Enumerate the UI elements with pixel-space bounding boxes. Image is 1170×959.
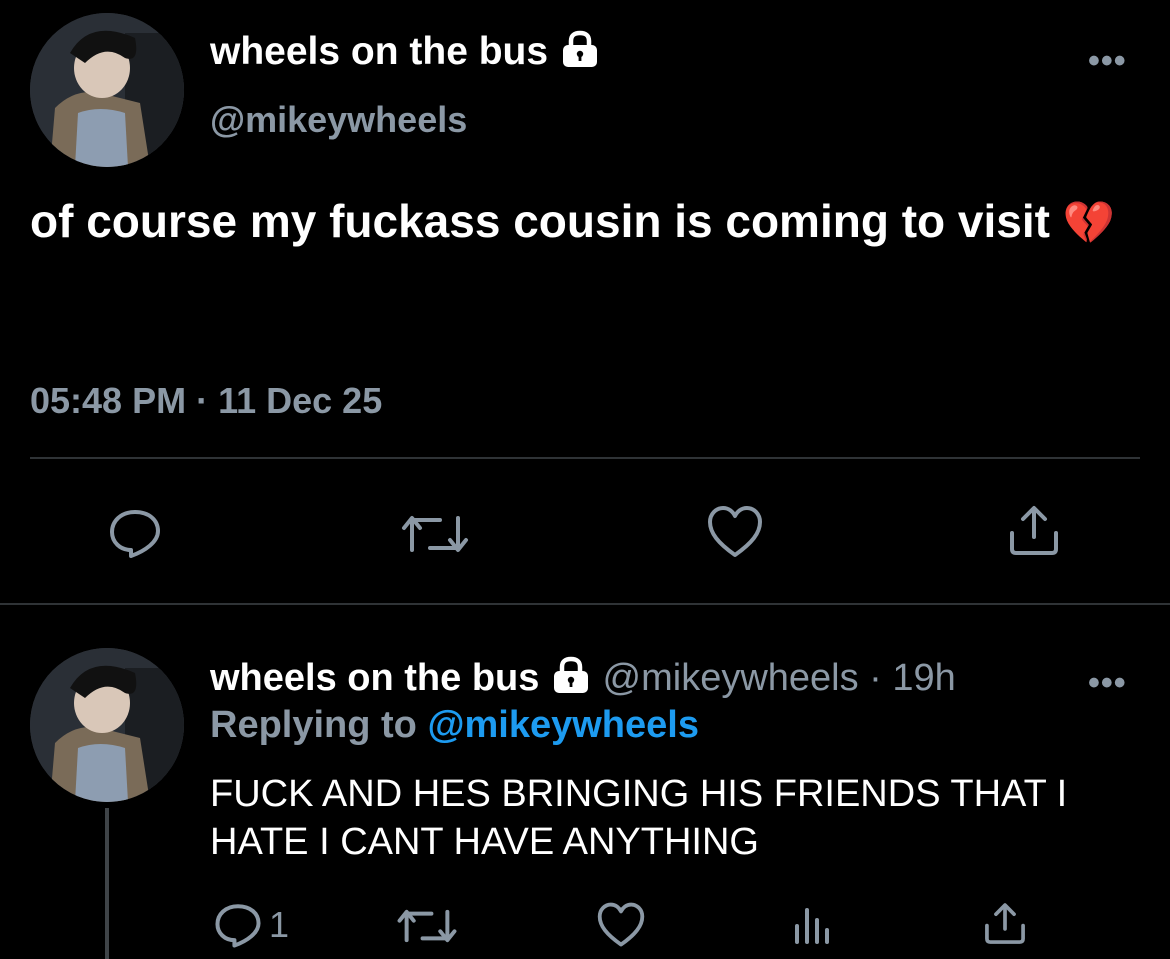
section-divider (0, 603, 1170, 605)
replying-to-row: Replying to @mikeywheels (210, 704, 699, 747)
heart-icon (708, 506, 762, 557)
divider (30, 457, 1140, 459)
reply-like-button[interactable] (596, 902, 646, 948)
tweet-text: of course my fuckass cousin is coming to… (30, 195, 1050, 247)
reply-icon (110, 510, 160, 558)
avatar-image (30, 13, 184, 167)
reply-time[interactable]: 19h (892, 657, 955, 699)
thread-line (105, 808, 109, 959)
reply-text: FUCK AND HES BRINGING HIS FRIENDS THAT I… (210, 773, 1068, 863)
analytics-icon (795, 908, 829, 944)
avatar-image (30, 648, 184, 802)
lock-icon (559, 30, 601, 78)
reply-share-button[interactable] (982, 902, 1028, 946)
share-icon (985, 903, 1025, 944)
avatar[interactable] (30, 13, 184, 167)
reply-display-name[interactable]: wheels on the bus (210, 657, 539, 699)
analytics-button[interactable] (793, 906, 833, 946)
reply-button[interactable] (107, 508, 163, 558)
replying-to-label: Replying to (210, 704, 417, 746)
retweet-button[interactable] (400, 512, 470, 556)
reply-icon (215, 904, 261, 948)
replying-to-link[interactable]: @mikeywheels (427, 704, 699, 746)
reply-header: wheels on the bus @mikeywheels · 19h (210, 656, 956, 704)
retweet-icon (397, 909, 457, 943)
heart-icon (597, 902, 645, 947)
broken-heart-emoji: 💔 (1062, 199, 1116, 246)
reply-count: 1 (269, 904, 290, 945)
share-icon (1010, 506, 1058, 555)
separator-dot: · (869, 657, 882, 699)
lock-icon (550, 656, 592, 704)
reply-avatar[interactable] (30, 648, 184, 802)
reply-username[interactable]: @mikeywheels (603, 657, 859, 699)
display-name[interactable]: wheels on the bus (210, 30, 548, 73)
retweet-icon (402, 516, 468, 552)
display-name-row: wheels on the bus (210, 30, 601, 78)
timestamp[interactable]: 05:48 PM · 11 Dec 25 (30, 380, 382, 422)
username[interactable]: @mikeywheels (210, 99, 467, 141)
like-button[interactable] (706, 505, 764, 559)
reply-retweet-button[interactable] (396, 906, 458, 946)
tweet-text-block: of course my fuckass cousin is coming to… (30, 186, 1150, 258)
more-options-button[interactable]: ••• (1088, 42, 1127, 81)
reply-more-options-button[interactable]: ••• (1088, 664, 1127, 703)
share-button[interactable] (1006, 505, 1062, 557)
reply-reply-button[interactable]: 1 (213, 902, 289, 948)
